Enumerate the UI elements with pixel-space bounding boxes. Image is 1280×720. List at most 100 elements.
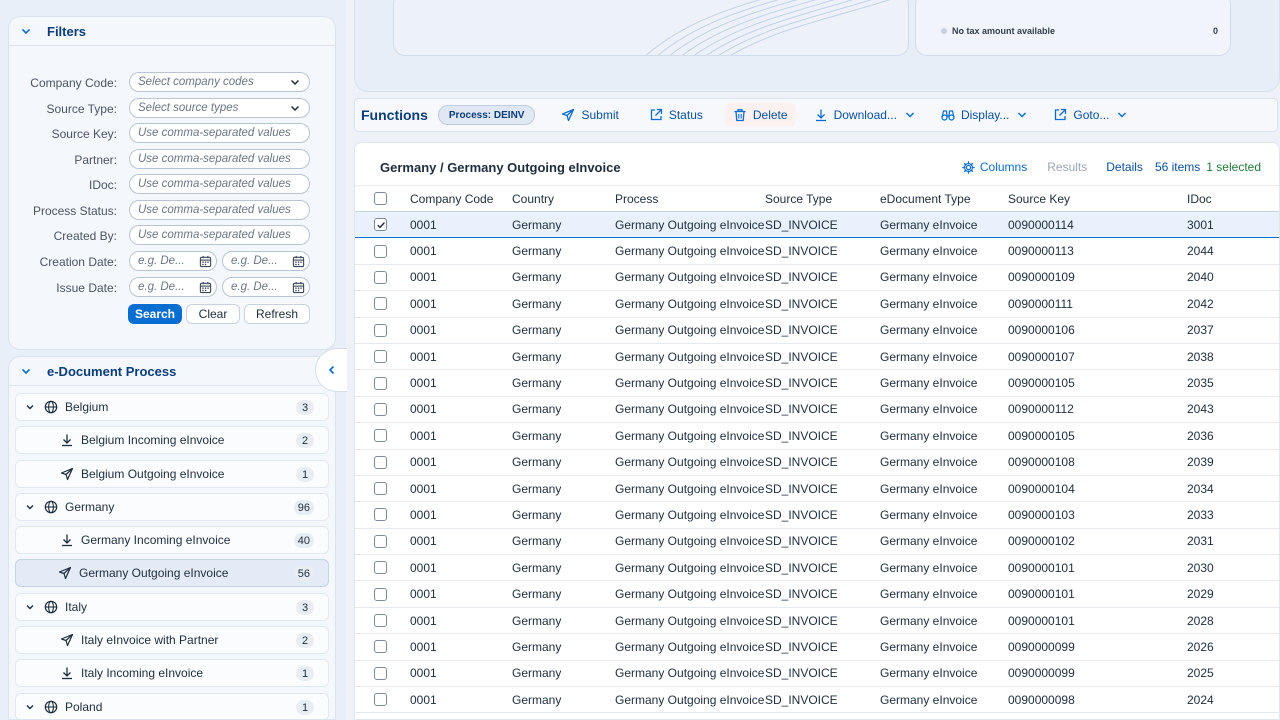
table-row[interactable]: 0001 Germany Germany Outgoing eInvoice SD_I… [355,580,1279,608]
search-button[interactable]: Search [128,304,182,324]
issue-date-from[interactable]: e.g. De... [129,277,217,297]
chevron-down-icon[interactable] [24,401,36,413]
row-checkbox[interactable] [374,402,387,416]
count-badge: 3 [296,400,314,415]
table-row[interactable]: 0001 Germany Germany Outgoing eInvoice SD_I… [355,396,1279,424]
table-cell: Germany eInvoice [880,396,1008,424]
results-tab[interactable]: Results [1047,160,1087,174]
chevron-down-icon[interactable] [24,501,36,513]
tree-item-belgium[interactable]: Belgium 3 [15,393,329,421]
filters-header[interactable]: Filters [9,17,335,45]
refresh-button[interactable]: Refresh [244,304,310,324]
column-header[interactable]: eDocument Type [880,185,1008,212]
row-checkbox[interactable] [374,323,387,337]
row-checkbox[interactable] [374,297,387,311]
chevron-down-icon[interactable] [24,601,36,613]
table-row[interactable]: 0001 Germany Germany Outgoing eInvoice SD_I… [355,369,1279,397]
chevron-down-icon[interactable] [19,24,33,38]
table-row[interactable]: 0001 Germany Germany Outgoing eInvoice SD_I… [355,475,1279,503]
creation-date-to[interactable]: e.g. De... [222,251,310,271]
display-menu-button[interactable]: Display... [933,103,1035,127]
table-row[interactable]: 0001 Germany Germany Outgoing eInvoice SD_I… [355,237,1279,265]
row-checkbox[interactable] [374,376,387,390]
delete-button[interactable]: Delete [724,103,796,127]
row-checkbox[interactable] [374,587,387,601]
download-menu-button[interactable]: Download... [806,103,923,127]
column-header[interactable]: Source Key [1008,185,1187,212]
row-checkbox[interactable] [374,640,387,654]
table-row[interactable]: 0001 Germany Germany Outgoing eInvoice SD_I… [355,528,1279,556]
row-checkbox[interactable] [374,244,387,258]
row-checkbox[interactable] [374,429,387,443]
calendar-icon[interactable] [199,255,212,268]
company-code-select[interactable]: Select company codes [129,72,310,92]
chevron-down-icon[interactable] [24,701,36,713]
row-checkbox[interactable] [374,561,387,575]
tree-item-germany[interactable]: Germany 96 [15,493,329,521]
column-header[interactable]: Country [512,185,615,212]
tree-item-italy[interactable]: Italy 3 [15,593,329,621]
row-checkbox[interactable] [374,693,387,707]
idoc-input[interactable]: Use comma-separated values [129,174,310,194]
table-cell: 0090000111 [1008,290,1187,318]
columns-button[interactable]: Columns [962,160,1027,174]
column-header[interactable]: Company Code [410,185,512,212]
row-checkbox[interactable] [374,455,387,469]
table-row[interactable]: 0001 Germany Germany Outgoing eInvoice SD_I… [355,686,1279,714]
row-checkbox[interactable] [374,508,387,522]
table-row[interactable]: 0001 Germany Germany Outgoing eInvoice SD_I… [355,554,1279,582]
table-row[interactable]: 0001 Germany Germany Outgoing eInvoice SD_I… [355,264,1279,292]
table-cell: Germany eInvoice [880,343,1008,371]
column-header[interactable]: Process [615,185,765,212]
goto-menu-button[interactable]: Goto... [1045,103,1135,127]
table-row[interactable]: 0001 Germany Germany Outgoing eInvoice SD_I… [355,633,1279,661]
table-row[interactable]: 0001 Germany Germany Outgoing eInvoice SD_I… [355,449,1279,476]
row-checkbox[interactable] [374,270,387,284]
table-row[interactable]: 0001 Germany Germany Outgoing eInvoice SD_I… [355,317,1279,344]
tree-item-germany-outgoing[interactable]: Germany Outgoing eInvoice 56 [15,559,329,587]
partner-input[interactable]: Use comma-separated values [129,149,310,169]
table-row[interactable]: 0001 Germany Germany Outgoing eInvoice SD_I… [355,422,1279,450]
row-checkbox[interactable] [374,666,387,680]
table-row[interactable]: 0001 Germany Germany Outgoing eInvoice SD_I… [355,290,1279,318]
row-checkbox[interactable] [374,350,387,364]
tree-item-belgium-incoming[interactable]: Belgium Incoming eInvoice 2 [15,426,329,454]
chevron-down-icon[interactable] [19,364,33,378]
row-checkbox[interactable] [374,482,387,496]
source-key-input[interactable]: Use comma-separated values [129,123,310,143]
row-checkbox[interactable] [374,218,387,232]
row-checkbox[interactable] [374,614,387,628]
issue-date-to[interactable]: e.g. De... [222,277,310,297]
column-header[interactable]: Source Type [765,185,880,212]
table-row[interactable]: 0001 Germany Germany Outgoing eInvoice SD_I… [355,211,1279,239]
tree-item-belgium-outgoing[interactable]: Belgium Outgoing eInvoice 1 [15,460,329,488]
tree-item-italy-partner[interactable]: Italy eInvoice with Partner 2 [15,626,329,654]
row-select-cell [355,528,410,556]
calendar-icon[interactable] [292,255,305,268]
process-status-input[interactable]: Use comma-separated values [129,200,310,220]
table-cell: Germany eInvoice [880,501,1008,529]
tree-item-poland[interactable]: Poland 1 [15,693,329,719]
details-tab[interactable]: Details [1106,160,1143,174]
column-header[interactable]: IDoc [1187,185,1279,212]
table-row[interactable]: 0001 Germany Germany Outgoing eInvoice SD_I… [355,343,1279,371]
source-type-select[interactable]: Select source types [129,98,310,118]
tree-item-germany-incoming[interactable]: Germany Incoming eInvoice 40 [15,526,329,554]
creation-date-from[interactable]: e.g. De... [129,251,217,271]
clear-button[interactable]: Clear [186,304,240,324]
process-header[interactable]: e-Document Process [9,357,335,385]
calendar-icon[interactable] [199,281,212,294]
select-all-checkbox[interactable] [374,192,387,205]
row-checkbox[interactable] [374,534,387,548]
created-by-input[interactable]: Use comma-separated values [129,225,310,245]
calendar-icon[interactable] [292,281,305,294]
submit-button[interactable]: Submit [553,103,626,127]
table-row[interactable]: 0001 Germany Germany Outgoing eInvoice SD_I… [355,607,1279,635]
table-row[interactable]: 0001 Germany Germany Outgoing eInvoice SD_I… [355,501,1279,529]
results-table-card: Germany / Germany Outgoing eInvoice Colu… [354,142,1280,720]
table-row[interactable]: 0001 Germany Germany Outgoing eInvoice SD_I… [355,660,1279,688]
status-button[interactable]: Status [641,103,711,127]
table-cell: 2036 [1187,422,1279,450]
table-cell: Germany Outgoing eInvoice [615,554,765,582]
tree-item-italy-incoming[interactable]: Italy Incoming eInvoice 1 [15,659,329,687]
